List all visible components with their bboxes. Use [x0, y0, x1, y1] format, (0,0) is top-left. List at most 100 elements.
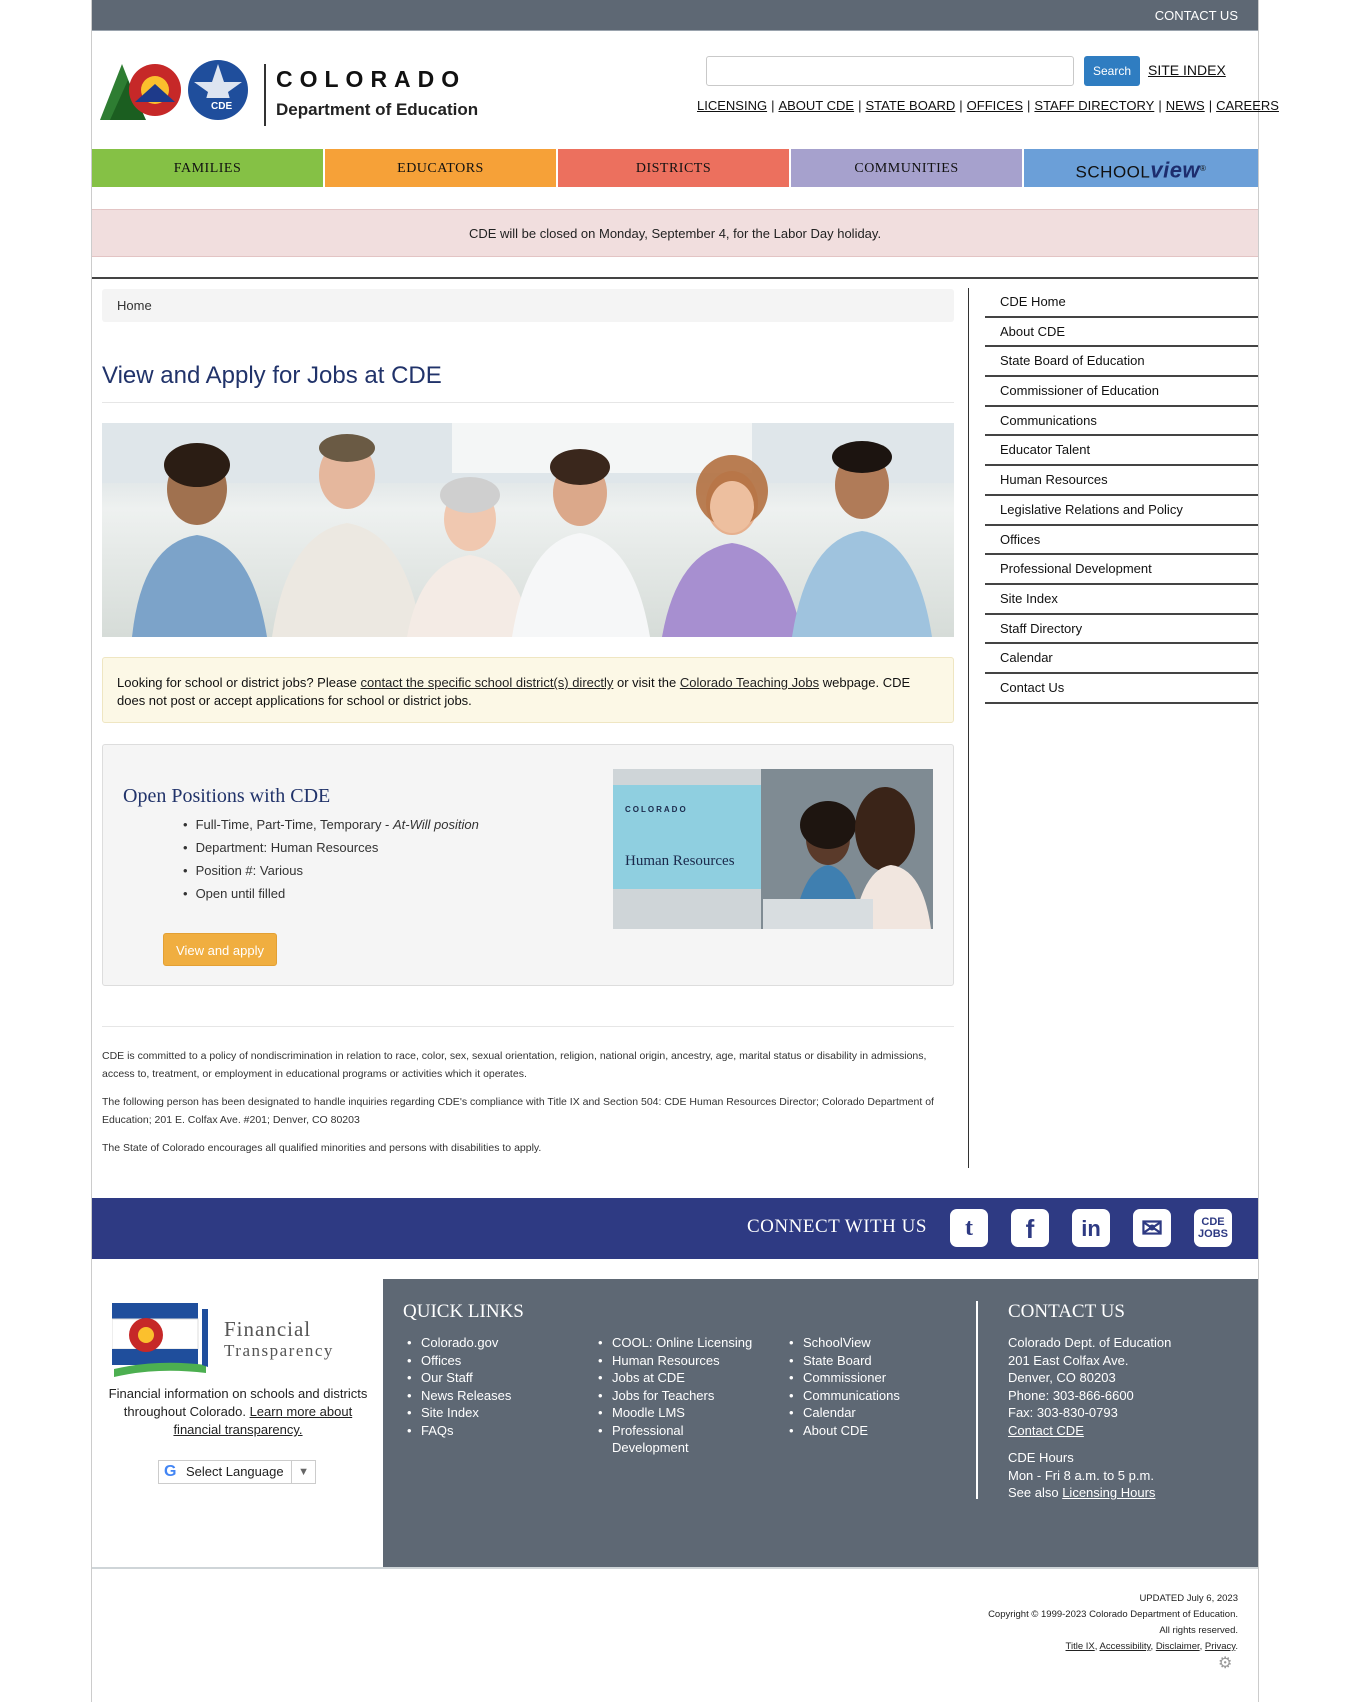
- quick-link[interactable]: SchoolView: [787, 1334, 957, 1352]
- colorado-teaching-jobs-link[interactable]: Colorado Teaching Jobs: [680, 675, 819, 690]
- hero-image: [102, 423, 954, 637]
- hr-image-brand: COLORADO: [625, 805, 688, 814]
- sidebar-item-communications[interactable]: Communications: [985, 407, 1258, 437]
- sidebar-item-human-resources[interactable]: Human Resources: [985, 466, 1258, 496]
- licensing-hours-link[interactable]: Licensing Hours: [1062, 1485, 1155, 1500]
- top-link-staff-directory[interactable]: STAFF DIRECTORY: [1034, 98, 1154, 113]
- top-link-about-cde[interactable]: ABOUT CDE: [778, 98, 854, 113]
- holiday-alert: CDE will be closed on Monday, September …: [92, 209, 1258, 257]
- top-link-licensing[interactable]: LICENSING: [697, 98, 767, 113]
- sidebar-nav: CDE Home About CDE State Board of Educat…: [985, 288, 1258, 704]
- sidebar-item-about-cde[interactable]: About CDE: [985, 318, 1258, 348]
- position-details: Full-Time, Part-Time, Temporary - At-Wil…: [183, 817, 479, 909]
- top-link-offices[interactable]: OFFICES: [967, 98, 1023, 113]
- quick-link[interactable]: Moodle LMS: [596, 1404, 766, 1422]
- nav-communities[interactable]: COMMUNITIES: [791, 149, 1024, 187]
- contact-cde-link[interactable]: Contact CDE: [1008, 1423, 1084, 1438]
- quick-link[interactable]: Site Index: [405, 1404, 575, 1422]
- sidebar-item-state-board[interactable]: State Board of Education: [985, 347, 1258, 378]
- title-ix-link[interactable]: Title IX: [1066, 1641, 1095, 1652]
- title-rule: [102, 402, 954, 403]
- sidebar-item-educator-talent[interactable]: Educator Talent: [985, 436, 1258, 467]
- search-button[interactable]: Search: [1084, 56, 1140, 86]
- sidebar-item-legislative[interactable]: Legislative Relations and Policy: [985, 496, 1258, 526]
- staff-group-photo: [102, 423, 954, 637]
- sidebar-divider: [968, 288, 969, 1168]
- quick-link[interactable]: Communications: [787, 1387, 957, 1405]
- legal-links: Title IX, Accessibility, Disclaimer, Pri…: [1065, 1641, 1238, 1652]
- search-input[interactable]: [706, 56, 1074, 86]
- sidebar-item-commissioner[interactable]: Commissioner of Education: [985, 377, 1258, 407]
- contact-line: Fax: 303-830-0793: [1008, 1405, 1118, 1420]
- quick-links-column-1: Colorado.gov Offices Our Staff News Rele…: [405, 1334, 575, 1439]
- quick-link[interactable]: News Releases: [405, 1387, 575, 1405]
- cde-logo[interactable]: CDE COLORADO Department of Education: [100, 58, 480, 128]
- hours-title: CDE Hours: [1008, 1450, 1074, 1465]
- quick-link[interactable]: Calendar: [787, 1404, 957, 1422]
- top-link-news[interactable]: NEWS: [1166, 98, 1205, 113]
- contact-line: Colorado Dept. of Education: [1008, 1335, 1172, 1350]
- quick-link[interactable]: Our Staff: [405, 1369, 575, 1387]
- contact-details: Colorado Dept. of Education 201 East Col…: [1008, 1334, 1171, 1502]
- top-link-careers[interactable]: CAREERS: [1216, 98, 1279, 113]
- position-type-italic: At-Will position: [393, 817, 479, 832]
- logo-divider: [264, 64, 266, 126]
- language-select[interactable]: G Select Language ▼: [158, 1460, 316, 1484]
- sidebar-item-contact-us[interactable]: Contact Us: [985, 674, 1258, 704]
- cde-jobs-icon[interactable]: CDE JOBS: [1194, 1209, 1232, 1247]
- quick-link[interactable]: Offices: [405, 1352, 575, 1370]
- facebook-icon[interactable]: f: [1011, 1209, 1049, 1247]
- nav-schoolview[interactable]: SCHOOLview®: [1024, 149, 1258, 187]
- quick-link[interactable]: COOL: Online Licensing: [596, 1334, 766, 1352]
- quick-link[interactable]: About CDE: [787, 1422, 957, 1440]
- position-type: Full-Time, Part-Time, Temporary - At-Wil…: [183, 817, 479, 832]
- email-icon[interactable]: ✉: [1133, 1209, 1171, 1247]
- quick-link[interactable]: Jobs for Teachers: [596, 1387, 766, 1405]
- position-deadline: Open until filled: [183, 886, 479, 901]
- quick-links-title: QUICK LINKS: [403, 1301, 524, 1322]
- updated-date: UPDATED July 6, 2023: [1139, 1593, 1238, 1604]
- disclaimer-link[interactable]: Disclaimer: [1156, 1641, 1200, 1652]
- linkedin-icon[interactable]: in: [1072, 1209, 1110, 1247]
- connect-label: CONNECT WITH US: [747, 1216, 927, 1237]
- financial-transparency-logo-icon[interactable]: [112, 1303, 212, 1379]
- breadcrumb-home[interactable]: Home: [117, 298, 152, 313]
- quick-link[interactable]: Jobs at CDE: [596, 1369, 766, 1387]
- accessibility-link[interactable]: Accessibility: [1100, 1641, 1151, 1652]
- sidebar-item-staff-directory[interactable]: Staff Directory: [985, 615, 1258, 645]
- notice-text-1: Looking for school or district jobs? Ple…: [117, 675, 361, 690]
- open-positions-card: Open Positions with CDE Full-Time, Part-…: [102, 744, 954, 986]
- quick-link[interactable]: FAQs: [405, 1422, 575, 1440]
- connect-bar: CONNECT WITH US t f in ✉ CDE JOBS: [92, 1198, 1258, 1259]
- quick-link[interactable]: State Board: [787, 1352, 957, 1370]
- sidebar-item-offices[interactable]: Offices: [985, 526, 1258, 556]
- contact-line: Denver, CO 80203: [1008, 1370, 1116, 1385]
- nav-educators[interactable]: EDUCATORS: [325, 149, 558, 187]
- header-rule: [92, 277, 1258, 279]
- nav-families[interactable]: FAMILIES: [92, 149, 325, 187]
- quick-links-column-3: SchoolView State Board Commissioner Comm…: [787, 1334, 957, 1439]
- quick-link[interactable]: Human Resources: [596, 1352, 766, 1370]
- equal-opportunity-note: The State of Colorado encourages all qua…: [102, 1142, 542, 1154]
- footer-rule: [92, 1567, 1258, 1569]
- quick-link[interactable]: Commissioner: [787, 1369, 957, 1387]
- quick-link[interactable]: Colorado.gov: [405, 1334, 575, 1352]
- sidebar-item-calendar[interactable]: Calendar: [985, 644, 1258, 674]
- sidebar-item-site-index[interactable]: Site Index: [985, 585, 1258, 615]
- top-link-state-board[interactable]: STATE BOARD: [865, 98, 955, 113]
- contact-districts-link[interactable]: contact the specific school district(s) …: [361, 675, 614, 690]
- site-index-link[interactable]: SITE INDEX: [1148, 62, 1226, 78]
- privacy-link[interactable]: Privacy: [1205, 1641, 1235, 1652]
- language-select-label: Select Language: [186, 1464, 284, 1479]
- contact-us-link[interactable]: CONTACT US: [1155, 8, 1238, 23]
- view-and-apply-button[interactable]: View and apply: [163, 933, 277, 966]
- twitter-icon[interactable]: t: [950, 1209, 988, 1247]
- sidebar-item-cde-home[interactable]: CDE Home: [985, 288, 1258, 318]
- gears-icon[interactable]: ⚙: [1218, 1653, 1238, 1672]
- quick-link[interactable]: Professional Development: [596, 1422, 716, 1457]
- ft-title-transparency: Transparency: [224, 1341, 334, 1360]
- main-nav: FAMILIES EDUCATORS DISTRICTS COMMUNITIES…: [92, 149, 1258, 187]
- sidebar-item-professional-development[interactable]: Professional Development: [985, 555, 1258, 585]
- nav-districts[interactable]: DISTRICTS: [558, 149, 791, 187]
- see-also: See also Licensing Hours: [1008, 1484, 1171, 1502]
